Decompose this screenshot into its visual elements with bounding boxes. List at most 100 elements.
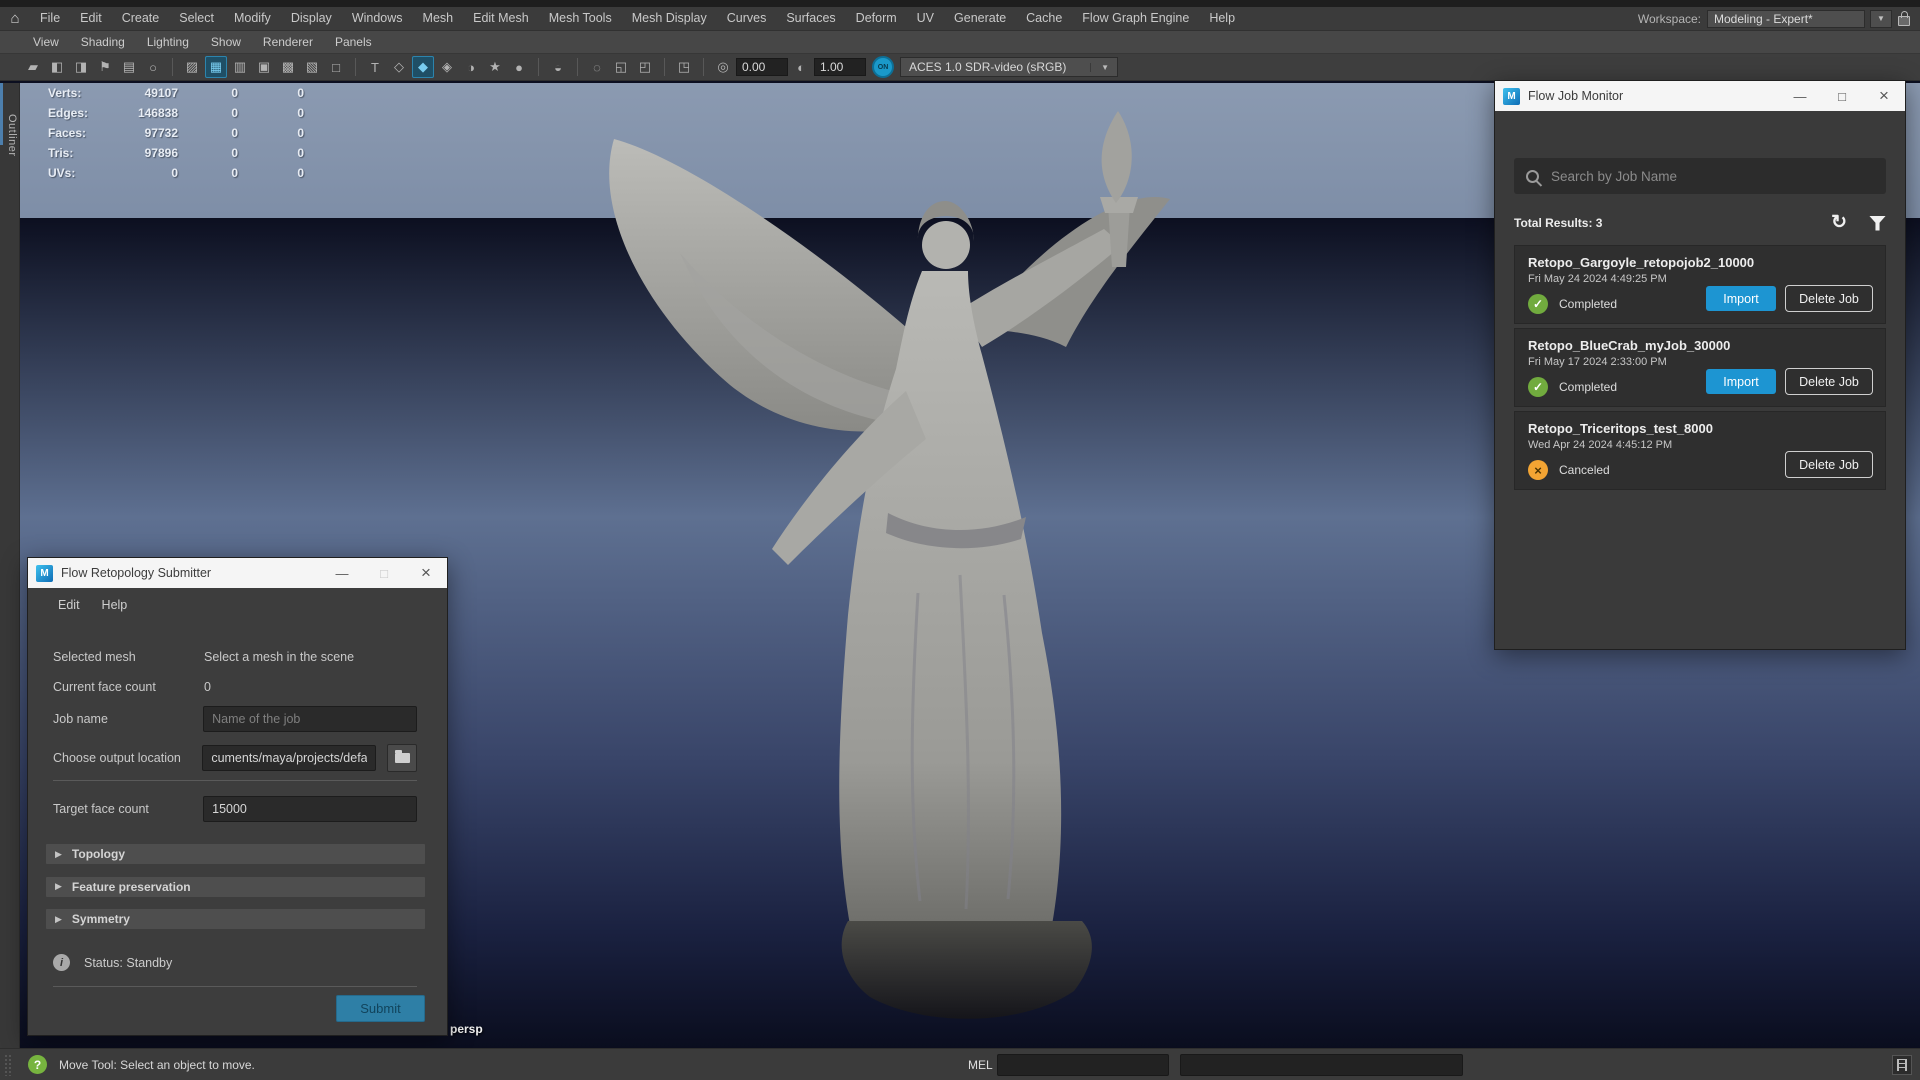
browse-folder-button[interactable]	[387, 744, 417, 772]
menubar-item[interactable]: UV	[907, 7, 944, 30]
job-status-label: Completed	[1559, 380, 1617, 394]
gamma-icon[interactable]: ◐	[790, 56, 812, 78]
collapsible-section-header[interactable]: ▶ Topology	[46, 844, 425, 864]
dock-grip-handle[interactable]	[4, 1054, 12, 1076]
menubar-item[interactable]: Mesh Tools	[539, 7, 622, 30]
face-count-label: Current face count	[53, 680, 204, 694]
menubar-item[interactable]: Flow Graph Engine	[1072, 7, 1199, 30]
workspace-dropdown-arrow-icon[interactable]: ▼	[1870, 10, 1892, 28]
filter-icon[interactable]	[1869, 216, 1886, 231]
maximize-button[interactable]: □	[363, 558, 405, 588]
gamma-input[interactable]	[814, 58, 866, 76]
panel-menu-item[interactable]: Show	[200, 35, 252, 49]
textured-icon[interactable]: ◑	[460, 56, 482, 78]
submitter-menu-item[interactable]: Help	[102, 598, 128, 612]
camera-attributes-icon[interactable]: ◨	[70, 56, 92, 78]
job-name-input[interactable]	[203, 706, 417, 732]
four-pane-layout-icon[interactable]: ◰	[634, 56, 656, 78]
output-location-input[interactable]	[202, 745, 376, 771]
refresh-icon[interactable]: ↻	[1831, 215, 1847, 231]
maximize-button[interactable]: □	[1821, 81, 1863, 111]
panel-menu-item[interactable]: Lighting	[136, 35, 200, 49]
delete-job-button[interactable]: Delete Job	[1785, 285, 1873, 312]
target-face-count-input[interactable]	[203, 796, 417, 822]
menubar-item[interactable]: Modify	[224, 7, 281, 30]
bookmark-icon[interactable]: ⚑	[94, 56, 116, 78]
exposure-icon[interactable]: ◎	[712, 56, 734, 78]
menubar-item[interactable]: Help	[1199, 7, 1245, 30]
hud-label: UVs:	[48, 166, 110, 180]
close-button[interactable]: ×	[1863, 81, 1905, 111]
grease-pencil-icon[interactable]: ▨	[181, 56, 203, 78]
submitter-menu-item[interactable]: Edit	[58, 598, 80, 612]
view-transform-dropdown[interactable]: ACES 1.0 SDR-video (sRGB) ▼	[900, 57, 1118, 77]
job-search-input[interactable]	[1551, 169, 1874, 184]
menubar-item[interactable]: Mesh	[413, 7, 464, 30]
submit-button[interactable]: Submit	[336, 995, 425, 1022]
use-all-lights-icon[interactable]: ★	[484, 56, 506, 78]
outliner-tab[interactable]: Outliner	[4, 89, 18, 181]
collapsible-section-header[interactable]: ▶ Feature preservation	[46, 877, 425, 897]
menubar-item[interactable]: Edit Mesh	[463, 7, 539, 30]
menubar-item[interactable]: Display	[281, 7, 342, 30]
close-button[interactable]: ×	[405, 558, 447, 588]
smooth-shade-icon[interactable]: ◆	[412, 56, 434, 78]
job-monitor-body: Total Results: 3 ↻ Retopo_Gargoyle_retop…	[1495, 111, 1905, 651]
view-transform-value: ACES 1.0 SDR-video (sRGB)	[909, 60, 1066, 74]
pan-zoom-icon[interactable]: ○	[142, 56, 164, 78]
isolate-select-icon[interactable]: ◌	[586, 56, 608, 78]
angel-statue-mesh[interactable]	[520, 93, 1480, 1033]
wireframe-icon[interactable]: ◇	[388, 56, 410, 78]
delete-job-button[interactable]: Delete Job	[1785, 451, 1873, 478]
submitter-titlebar[interactable]: M Flow Retopology Submitter — □ ×	[28, 558, 447, 588]
mel-result-field[interactable]	[1180, 1054, 1463, 1076]
film-gate-icon[interactable]: ▥	[229, 56, 251, 78]
wireframe-on-shaded-icon[interactable]: ◈	[436, 56, 458, 78]
single-pane-layout-icon[interactable]: ◱	[610, 56, 632, 78]
delete-job-button[interactable]: Delete Job	[1785, 368, 1873, 395]
workspace-lock-icon[interactable]	[1898, 16, 1910, 26]
menubar-item[interactable]: Curves	[717, 7, 777, 30]
resolution-gate-icon[interactable]: ▣	[253, 56, 275, 78]
menubar-item[interactable]: Surfaces	[776, 7, 845, 30]
collapsible-section-header[interactable]: ▶ Symmetry	[46, 909, 425, 929]
import-button[interactable]: Import	[1706, 369, 1776, 394]
panel-menu-item[interactable]: View	[22, 35, 70, 49]
panel-menu-item[interactable]: Shading	[70, 35, 136, 49]
job-status-icon: ×	[1528, 460, 1548, 480]
outliner-persp-layout-icon[interactable]: ◳	[673, 56, 695, 78]
safe-title-icon[interactable]: T	[364, 56, 386, 78]
menubar-item[interactable]: Select	[169, 7, 224, 30]
field-chart-icon[interactable]: ▧	[301, 56, 323, 78]
image-plane-icon[interactable]: ▤	[118, 56, 140, 78]
menubar-item[interactable]: Windows	[342, 7, 413, 30]
screen-space-ao-icon[interactable]: ◒	[547, 56, 569, 78]
home-icon[interactable]: ⌂	[0, 10, 30, 27]
menubar-item[interactable]: Cache	[1016, 7, 1072, 30]
panel-menu-item[interactable]: Panels	[324, 35, 383, 49]
exposure-input[interactable]	[736, 58, 788, 76]
grid-icon[interactable]: ▦	[205, 56, 227, 78]
workspace-dropdown[interactable]: Modeling - Expert*	[1707, 10, 1865, 28]
panel-menu-item[interactable]: Renderer	[252, 35, 324, 49]
mel-command-input[interactable]	[997, 1054, 1169, 1076]
import-button[interactable]: Import	[1706, 286, 1776, 311]
shadows-icon[interactable]: ●	[508, 56, 530, 78]
safe-action-icon[interactable]: □	[325, 56, 347, 78]
job-monitor-titlebar[interactable]: M Flow Job Monitor — □ ×	[1495, 81, 1905, 111]
script-editor-icon[interactable]	[1892, 1055, 1912, 1075]
menubar-item[interactable]: Create	[112, 7, 170, 30]
workspace-label: Workspace:	[1638, 12, 1701, 26]
color-management-toggle[interactable]: ON	[872, 56, 894, 78]
mel-label[interactable]: MEL	[968, 1058, 993, 1072]
gate-mask-icon[interactable]: ▩	[277, 56, 299, 78]
minimize-button[interactable]: —	[321, 558, 363, 588]
lock-camera-icon[interactable]: ◧	[46, 56, 68, 78]
menubar-item[interactable]: Edit	[70, 7, 112, 30]
menubar-item[interactable]: Deform	[846, 7, 907, 30]
menubar-item[interactable]: Generate	[944, 7, 1016, 30]
menubar-item[interactable]: File	[30, 7, 70, 30]
select-camera-icon[interactable]: ▰	[22, 56, 44, 78]
menubar-item[interactable]: Mesh Display	[622, 7, 717, 30]
minimize-button[interactable]: —	[1779, 81, 1821, 111]
